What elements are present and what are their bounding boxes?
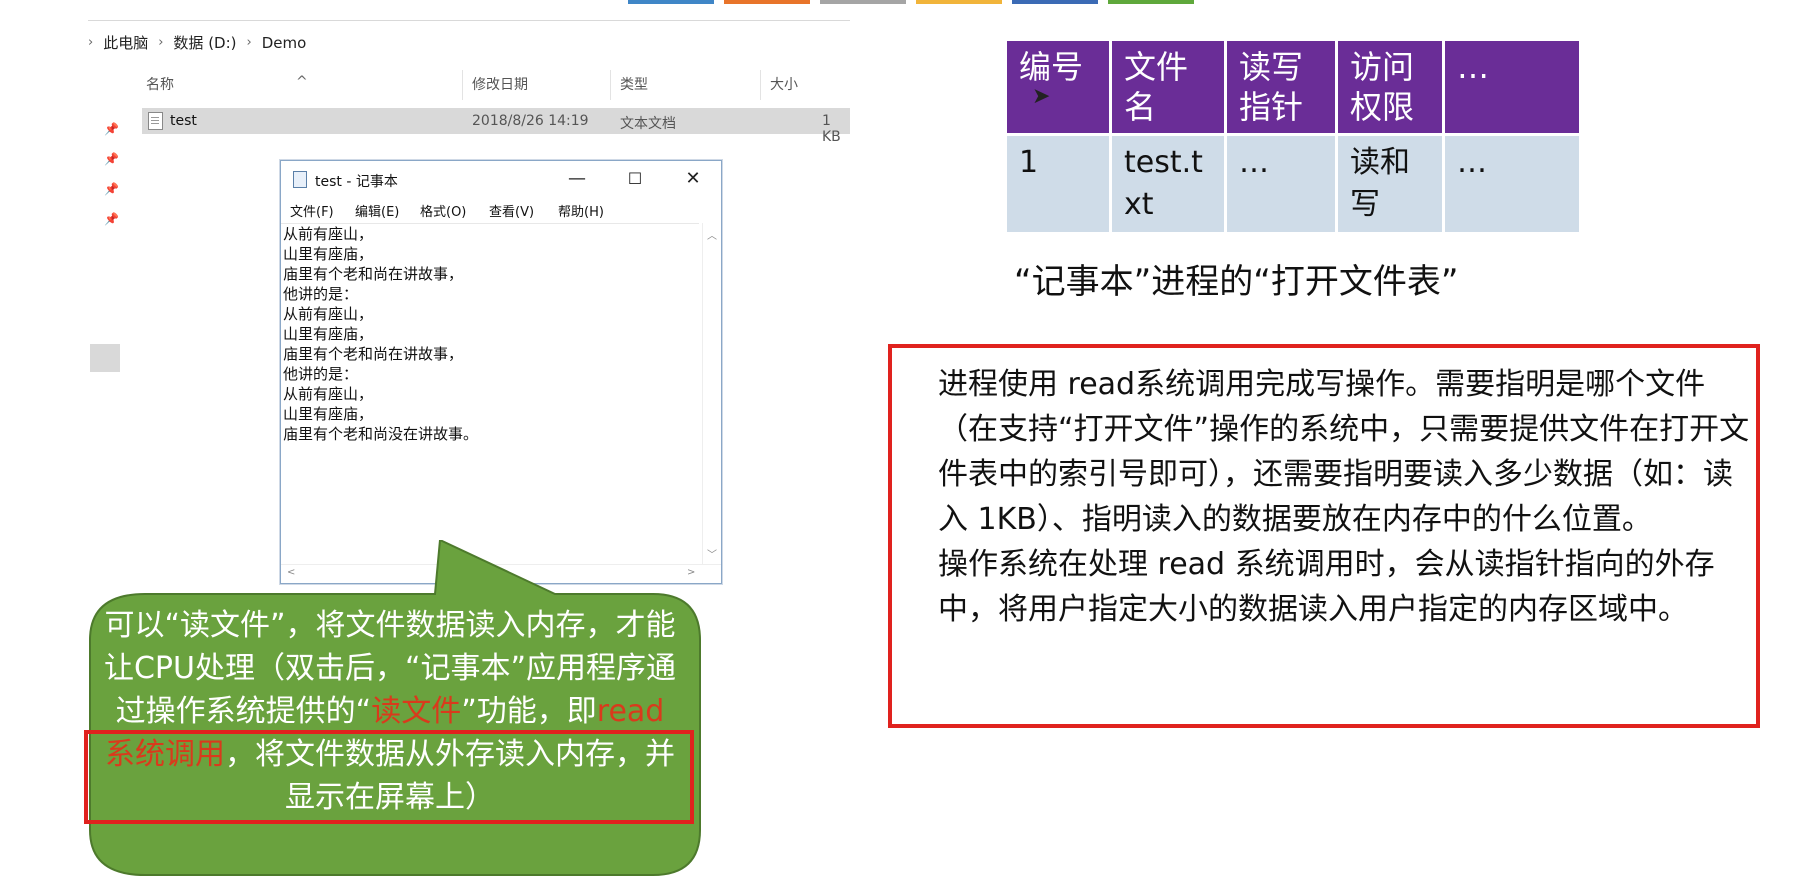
pin-icon[interactable]: 📌 xyxy=(104,182,119,196)
file-type: 文本文档 xyxy=(620,116,676,132)
quick-access-pins: 📌 📌 📌 📌 xyxy=(104,122,119,242)
header-more: … xyxy=(1445,41,1579,133)
file-explorer: › 此电脑 › 数据 (D:) › Demo ^ 名称 修改日期 类型 大小 t… xyxy=(88,20,850,145)
description-paragraph-2: 操作系统在处理 read 系统调用时，会从读指针指向的外存中，将用户指定大小的数… xyxy=(938,547,1715,627)
cell-rw-pointer: … xyxy=(1227,136,1335,232)
mouse-cursor-icon: ➤ xyxy=(1032,84,1051,109)
color-tab-3 xyxy=(820,0,906,4)
text-line: 他讲的是： xyxy=(283,365,359,383)
breadcrumb-demo[interactable]: Demo xyxy=(262,34,307,52)
scroll-down-icon[interactable]: ﹀ xyxy=(707,546,717,561)
chevron-right-icon: › xyxy=(88,35,94,50)
chevron-right-icon: › xyxy=(158,35,164,50)
notepad-window[interactable]: test - 记事本 — ☐ ✕ 文件(F) 编辑(E) 格式(O) 查看(V)… xyxy=(280,160,722,584)
table-header-row: 编号 文件名 读写指针 访问权限 … xyxy=(1007,41,1579,133)
file-name: test xyxy=(170,113,197,129)
description-box: 进程使用 read系统调用完成写操作。需要指明是哪个文件（在支持“打开文件”操作… xyxy=(888,344,1760,728)
text-line: 山里有座庙， xyxy=(283,405,374,423)
column-headers: ^ 名称 修改日期 类型 大小 xyxy=(88,70,850,100)
vertical-scrollbar[interactable]: ︿ ﹀ xyxy=(702,223,721,565)
column-size[interactable]: 大小 xyxy=(770,74,798,94)
text-line: 庙里有个老和尚在讲故事， xyxy=(283,265,464,283)
color-tab-6 xyxy=(1108,0,1194,4)
menu-file[interactable]: 文件(F) xyxy=(290,201,334,220)
file-row-test[interactable]: test 2018/8/26 14:19 文本文档 1 KB xyxy=(142,108,850,145)
pin-icon[interactable]: 📌 xyxy=(104,152,119,166)
cell-access: 读和写 xyxy=(1338,136,1442,232)
breadcrumb[interactable]: › 此电脑 › 数据 (D:) › Demo xyxy=(88,32,306,53)
text-line: 庙里有个老和尚没在讲故事。 xyxy=(283,425,479,443)
color-tab-2 xyxy=(724,0,810,4)
color-tab-1 xyxy=(628,0,714,4)
scroll-up-icon[interactable]: ︿ xyxy=(707,227,717,242)
file-size: 1 KB xyxy=(822,113,841,145)
pin-icon[interactable]: 📌 xyxy=(104,122,119,136)
cell-filename: test.txt xyxy=(1112,136,1224,232)
menu-help[interactable]: 帮助(H) xyxy=(558,201,604,220)
notepad-titlebar[interactable]: test - 记事本 — ☐ ✕ xyxy=(281,161,721,197)
notepad-title: test - 记事本 xyxy=(315,174,398,190)
menu-edit[interactable]: 编辑(E) xyxy=(355,201,399,220)
text-line: 他讲的是： xyxy=(283,285,359,303)
header-access: 访问权限 xyxy=(1338,41,1442,133)
pin-icon[interactable]: 📌 xyxy=(104,212,119,226)
text-line: 庙里有个老和尚在讲故事， xyxy=(283,345,464,363)
maximize-button[interactable]: ☐ xyxy=(615,165,655,193)
column-modified[interactable]: 修改日期 xyxy=(472,74,528,94)
header-index: 编号 xyxy=(1007,41,1109,133)
description-paragraph-1: 进程使用 read系统调用完成写操作。需要指明是哪个文件（在支持“打开文件”操作… xyxy=(938,367,1750,537)
header-filename: 文件名 xyxy=(1112,41,1224,133)
color-tab-4 xyxy=(916,0,1002,4)
text-line: 从前有座山， xyxy=(283,385,374,403)
column-name[interactable]: 名称 xyxy=(146,74,174,94)
menu-view[interactable]: 查看(V) xyxy=(489,201,534,220)
table-caption: “记事本”进程的“打开文件表” xyxy=(1014,262,1459,302)
file-modified: 2018/8/26 14:19 xyxy=(472,113,589,129)
text-line: 从前有座山， xyxy=(283,305,374,323)
top-color-tabs xyxy=(628,0,1194,4)
open-file-table: 编号 文件名 读写指针 访问权限 … 1 test.txt … 读和写 … xyxy=(1004,38,1582,235)
text-line: 从前有座山， xyxy=(283,225,374,243)
sort-up-icon: ^ xyxy=(296,74,308,90)
color-tab-5 xyxy=(1012,0,1098,4)
notepad-icon xyxy=(293,171,307,188)
breadcrumb-drive-d[interactable]: 数据 (D:) xyxy=(173,32,236,53)
notepad-menubar: 文件(F) 编辑(E) 格式(O) 查看(V) 帮助(H) xyxy=(281,197,721,221)
highlight-read-file: 读文件 xyxy=(371,694,462,729)
text-line: 山里有座庙， xyxy=(283,245,374,263)
notepad-text-area[interactable]: 从前有座山， 山里有座庙， 庙里有个老和尚在讲故事， 他讲的是： 从前有座山， … xyxy=(281,223,699,566)
table-row: 1 test.txt … 读和写 … xyxy=(1007,136,1579,232)
chevron-right-icon: › xyxy=(246,35,252,50)
header-rw-pointer: 读写指针 xyxy=(1227,41,1335,133)
highlight-frame-read-syscall xyxy=(84,730,694,824)
menu-format[interactable]: 格式(O) xyxy=(420,201,466,220)
minimize-button[interactable]: — xyxy=(557,165,597,193)
cell-index: 1 xyxy=(1007,136,1109,232)
breadcrumb-this-pc[interactable]: 此电脑 xyxy=(103,32,148,53)
text-file-icon xyxy=(148,112,163,130)
sidebar-scroll-thumb[interactable] xyxy=(90,344,120,372)
close-button[interactable]: ✕ xyxy=(673,165,713,193)
text-line: 山里有座庙， xyxy=(283,325,374,343)
cell-more: … xyxy=(1445,136,1579,232)
column-type[interactable]: 类型 xyxy=(620,74,648,94)
